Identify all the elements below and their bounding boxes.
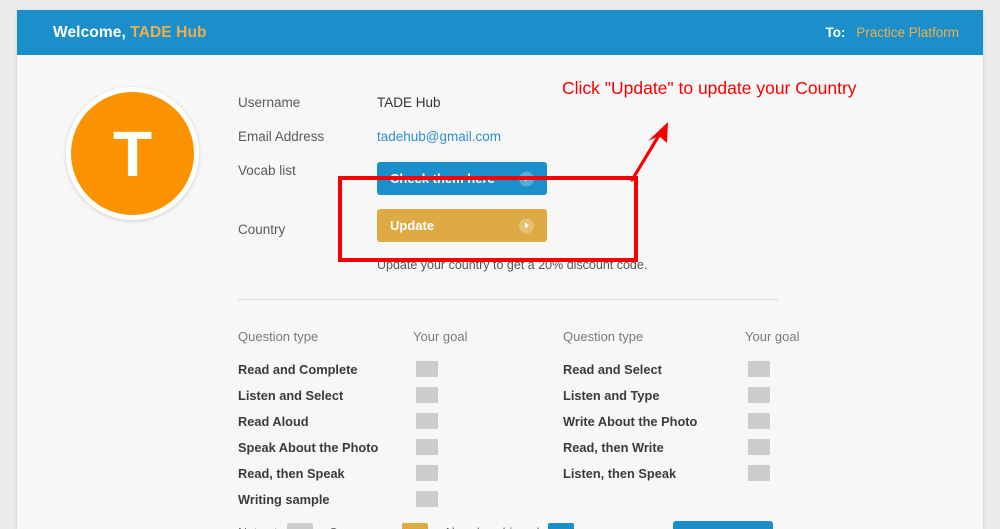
- goal-swatch[interactable]: [748, 465, 770, 481]
- profile-row-country: Country Update Update your country to ge…: [238, 209, 758, 272]
- country-label: Country: [238, 222, 286, 237]
- to-value[interactable]: Practice Platform: [856, 25, 959, 40]
- goal-swatch[interactable]: [416, 361, 438, 377]
- goal-swatch[interactable]: [416, 387, 438, 403]
- table-row: Read and Complete: [238, 356, 467, 382]
- table-row: Read, then Speak: [238, 460, 467, 486]
- welcome-prefix: Welcome,: [53, 23, 126, 41]
- goal-status-legend: Not set On process Already achieved: [238, 523, 590, 529]
- table-row: Read and Select: [563, 356, 799, 382]
- goals-left-header: Question type Your goal: [238, 325, 467, 347]
- question-type-label: Listen and Select: [238, 387, 344, 403]
- question-type-label: Read, then Speak: [238, 465, 345, 481]
- legend-swatch-already-achieved: [548, 523, 575, 529]
- goal-swatch[interactable]: [416, 439, 438, 455]
- goals-right-col-your-goal: Your goal: [745, 328, 800, 344]
- goal-swatch[interactable]: [748, 413, 770, 429]
- username-value: TADE Hub: [377, 95, 441, 110]
- username-label: Username: [238, 95, 301, 110]
- update-country-button[interactable]: Update: [377, 209, 547, 242]
- table-row: Read, then Write: [563, 434, 799, 460]
- legend-swatch-on-process: [401, 523, 428, 529]
- question-type-label: Read, then Write: [563, 439, 664, 455]
- goal-swatch[interactable]: [748, 439, 770, 455]
- table-row: Read Aloud: [238, 408, 467, 434]
- target-platform: To: Practice Platform: [825, 25, 959, 40]
- goal-swatch[interactable]: [748, 387, 770, 403]
- goals-table-left: Question type Your goal Read and Complet…: [238, 325, 467, 512]
- legend-item-not-set: Not set: [238, 523, 313, 529]
- update-country-label: Update: [390, 218, 435, 233]
- goals-right-header: Question type Your goal: [563, 325, 799, 347]
- question-type-label: Speak About the Photo: [238, 439, 379, 455]
- welcome-username: TADE Hub: [130, 23, 207, 41]
- goals-left-col-your-goal: Your goal: [413, 328, 468, 344]
- annotation-text: Click "Update" to update your Country: [562, 78, 857, 98]
- country-control-group: Update Update your country to get a 20% …: [377, 209, 647, 272]
- question-type-label: Listen, then Speak: [563, 465, 677, 481]
- goals-right-col-question-type: Question type: [563, 328, 644, 344]
- goal-swatch[interactable]: [416, 465, 438, 481]
- email-label: Email Address: [238, 129, 325, 144]
- question-type-label: Write About the Photo: [563, 413, 698, 429]
- question-type-label: Writing sample: [238, 491, 330, 507]
- table-row: Write About the Photo: [563, 408, 799, 434]
- table-row: Speak About the Photo: [238, 434, 467, 460]
- section-divider: [238, 299, 778, 300]
- goals-left-col-question-type: Question type: [238, 328, 319, 344]
- legend-swatch-not-set: [286, 523, 313, 529]
- save-goal-button[interactable]: Save your goal: [673, 521, 773, 529]
- chevron-right-icon: [519, 218, 534, 233]
- question-type-label: Read and Complete: [238, 361, 358, 377]
- check-vocab-button[interactable]: Check them here: [377, 162, 547, 195]
- question-type-label: Listen and Type: [563, 387, 660, 403]
- chevron-right-icon: [519, 171, 534, 186]
- country-discount-note: Update your country to get a 20% discoun…: [377, 258, 648, 272]
- goal-swatch[interactable]: [748, 361, 770, 377]
- legend-label: On process: [329, 526, 393, 529]
- profile-row-vocab-list: Vocab list Check them here: [238, 162, 758, 195]
- legend-label: Already achieved: [444, 526, 540, 529]
- legend-item-already-achieved: Already achieved: [444, 523, 575, 529]
- table-row: Listen and Select: [238, 382, 467, 408]
- legend-label: Not set: [238, 526, 278, 529]
- profile-details: Username TADE Hub Email Address tadehub@…: [238, 94, 758, 286]
- legend-item-on-process: On process: [329, 523, 428, 529]
- table-row: Writing sample: [238, 486, 467, 512]
- email-value[interactable]: tadehub@gmail.com: [377, 128, 501, 144]
- to-label: To:: [825, 25, 846, 40]
- avatar-initial: T: [112, 117, 153, 190]
- table-row: Listen, then Speak: [563, 460, 799, 486]
- profile-row-email: Email Address tadehub@gmail.com: [238, 128, 758, 148]
- avatar[interactable]: T: [66, 87, 199, 220]
- screen: Welcome, TADE Hub To: Practice Platform …: [0, 0, 1000, 529]
- goal-swatch[interactable]: [416, 413, 438, 429]
- vocab-list-label: Vocab list: [238, 163, 296, 178]
- welcome-text: Welcome, TADE Hub: [53, 24, 207, 42]
- goals-table-right: Question type Your goal Read and Select …: [563, 325, 799, 486]
- table-row: Listen and Type: [563, 382, 799, 408]
- check-vocab-label: Check them here: [390, 171, 495, 186]
- goal-swatch[interactable]: [416, 491, 438, 507]
- card-header: Welcome, TADE Hub To: Practice Platform: [17, 10, 983, 55]
- question-type-label: Read and Select: [563, 361, 662, 377]
- question-type-label: Read Aloud: [238, 413, 309, 429]
